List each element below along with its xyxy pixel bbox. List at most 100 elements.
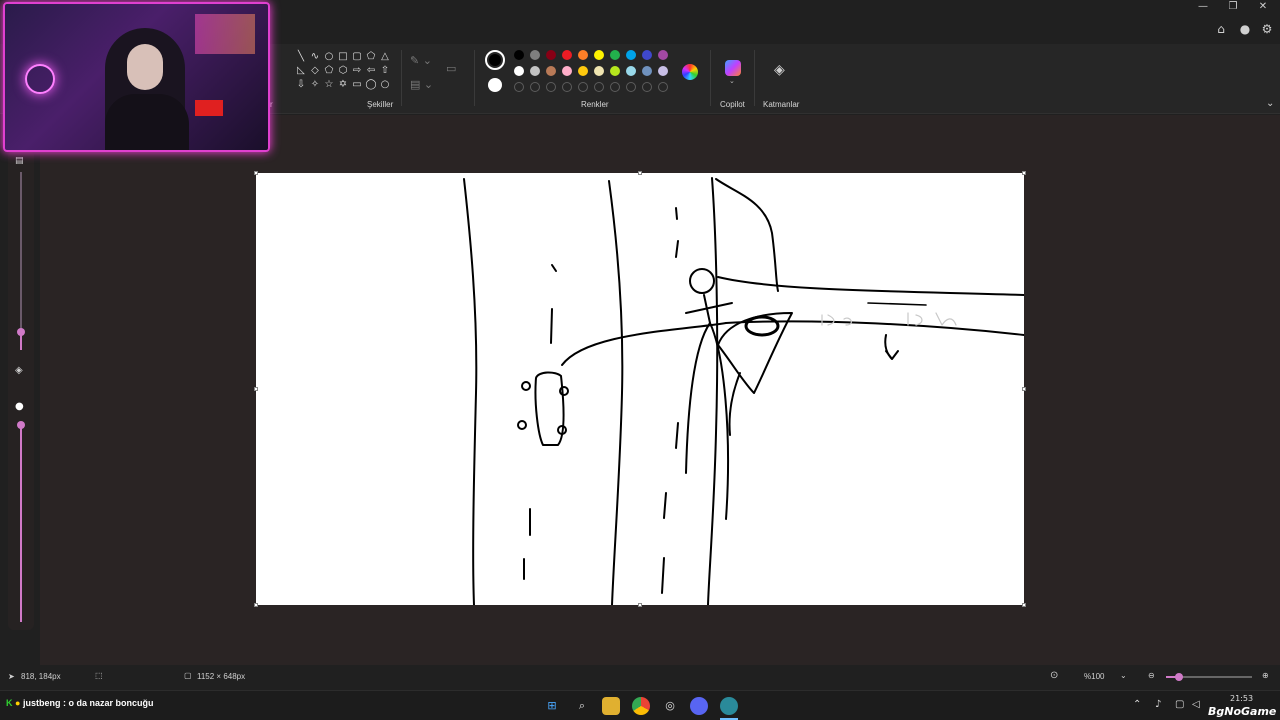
star5-shape-icon[interactable]: ☆ (322, 78, 336, 92)
diamond-shape-icon[interactable]: ◇ (308, 64, 322, 78)
custom-color-slot[interactable] (594, 82, 604, 92)
secondary-color-swatch[interactable] (488, 78, 502, 92)
custom-color-slot[interactable] (658, 82, 668, 92)
color-swatch[interactable] (658, 50, 668, 60)
minimize-icon[interactable]: — (1188, 0, 1218, 14)
tray-chevron-icon[interactable]: ⌃ (1133, 699, 1141, 710)
zoom-slider-thumb[interactable] (1175, 673, 1183, 681)
callout-oval-shape-icon[interactable]: ◯ (364, 78, 378, 92)
outline-icon[interactable]: ✎ ⌄ (410, 54, 432, 67)
close-icon[interactable]: ✕ (1248, 0, 1278, 14)
callout-rect-shape-icon[interactable]: ▭ (350, 78, 364, 92)
size-slider-thumb[interactable] (17, 328, 25, 336)
hexagon-shape-icon[interactable]: ⬡ (336, 64, 350, 78)
start-icon[interactable]: ⊞ (543, 697, 561, 715)
zoom-level[interactable]: %100 (1084, 672, 1104, 681)
custom-color-slot[interactable] (546, 82, 556, 92)
paint-icon[interactable] (720, 697, 738, 715)
color-swatch[interactable] (642, 50, 652, 60)
resize-handle[interactable] (254, 387, 258, 391)
custom-color-slot[interactable] (626, 82, 636, 92)
resize-handle[interactable] (638, 171, 642, 175)
ribbon-collapse-icon[interactable]: ⌄ (1266, 98, 1274, 109)
resize-handle[interactable] (254, 171, 258, 175)
maximize-icon[interactable]: ❐ (1218, 0, 1248, 14)
copilot-label[interactable]: Copilot (720, 100, 745, 109)
arrow-up-shape-icon[interactable]: ⇧ (378, 64, 392, 78)
custom-color-slot[interactable] (578, 82, 588, 92)
custom-color-slot[interactable] (610, 82, 620, 92)
layers-icon[interactable]: ◈ (774, 62, 785, 78)
zoom-out-icon[interactable]: ⊖ (1148, 671, 1155, 680)
star6-shape-icon[interactable]: ✡ (336, 78, 350, 92)
triangle-shape-icon[interactable]: △ (378, 50, 392, 64)
color-swatch[interactable] (546, 66, 556, 76)
arrow-right-shape-icon[interactable]: ⇨ (350, 64, 364, 78)
color-swatch[interactable] (514, 66, 524, 76)
settings-icon[interactable]: ⚙ (1258, 20, 1276, 38)
color-swatch[interactable] (642, 66, 652, 76)
color-swatch[interactable] (578, 66, 588, 76)
color-swatch[interactable] (562, 50, 572, 60)
zoom-dropdown-icon[interactable]: ⌄ (1120, 671, 1127, 680)
fill-icon[interactable]: ▤ ⌄ (410, 78, 433, 91)
share-icon[interactable]: ⌂ (1212, 20, 1230, 38)
fit-to-window-icon[interactable]: ⊙ (1050, 670, 1058, 681)
shape-style-icon[interactable]: ▭ (446, 62, 456, 75)
layers-label[interactable]: Katmanlar (763, 100, 799, 109)
zoom-in-icon[interactable]: ⊕ (1262, 671, 1269, 680)
custom-color-slot[interactable] (514, 82, 524, 92)
color-swatch[interactable] (658, 66, 668, 76)
resize-handle[interactable] (254, 603, 258, 607)
discord-icon[interactable] (690, 697, 708, 715)
color-swatch[interactable] (530, 66, 540, 76)
shapes-gallery[interactable]: ╲ ∿ ○ □ ▢ ⬠ △ ◺ ◇ ⬠ ⬡ ⇨ ⇦ ⇧ ⇩ ✧ ☆ ✡ ▭ ◯ … (294, 50, 398, 94)
color-swatch[interactable] (546, 50, 556, 60)
rounded-rect-shape-icon[interactable]: ▢ (350, 50, 364, 64)
drawing-canvas[interactable] (254, 171, 1026, 607)
custom-color-slot[interactable] (642, 82, 652, 92)
color-swatch[interactable] (514, 50, 524, 60)
pentagon-shape-icon[interactable]: ⬠ (322, 64, 336, 78)
clock-time[interactable]: 21:53 (1230, 694, 1253, 703)
resize-handle[interactable] (1022, 603, 1026, 607)
color-swatch[interactable] (626, 66, 636, 76)
resize-handle[interactable] (1022, 171, 1026, 175)
primary-color-swatch[interactable] (485, 50, 505, 70)
resize-handle[interactable] (638, 603, 642, 607)
star4-shape-icon[interactable]: ✧ (308, 78, 322, 92)
app-icon[interactable]: ◎ (661, 697, 679, 715)
rectangle-shape-icon[interactable]: □ (336, 50, 350, 64)
color-swatch[interactable] (594, 50, 604, 60)
color-swatch[interactable] (610, 66, 620, 76)
opacity-slider-thumb[interactable] (17, 421, 25, 429)
callout-cloud-shape-icon[interactable]: ○ (378, 78, 392, 92)
right-triangle-shape-icon[interactable]: ◺ (294, 64, 308, 78)
opacity-slider-fill[interactable] (20, 422, 22, 622)
color-swatch[interactable] (530, 50, 540, 60)
custom-color-slot[interactable] (530, 82, 540, 92)
color-swatch[interactable] (578, 50, 588, 60)
size-slider-track[interactable] (20, 172, 22, 330)
network-icon[interactable]: ▢ (1175, 699, 1184, 710)
color-swatch[interactable] (594, 66, 604, 76)
microphone-icon[interactable]: ♪ (1155, 699, 1161, 710)
copilot-dropdown-icon[interactable]: ⌄ (729, 77, 735, 85)
file-explorer-icon[interactable] (602, 697, 620, 715)
line-shape-icon[interactable]: ╲ (294, 50, 308, 64)
oval-shape-icon[interactable]: ○ (322, 50, 336, 64)
volume-icon[interactable]: ◁ (1192, 699, 1200, 710)
polygon-shape-icon[interactable]: ⬠ (364, 50, 378, 64)
account-icon[interactable]: ● (1236, 20, 1254, 38)
arrow-left-shape-icon[interactable]: ⇦ (364, 64, 378, 78)
chrome-icon[interactable] (632, 697, 650, 715)
arrow-down-shape-icon[interactable]: ⇩ (294, 78, 308, 92)
edit-colors-icon[interactable] (682, 64, 698, 80)
copilot-icon[interactable] (725, 60, 741, 76)
color-swatch[interactable] (626, 50, 636, 60)
curve-shape-icon[interactable]: ∿ (308, 50, 322, 64)
search-icon[interactable]: ⌕ (573, 697, 591, 715)
custom-color-slot[interactable] (562, 82, 572, 92)
resize-handle[interactable] (1022, 387, 1026, 391)
color-swatch[interactable] (562, 66, 572, 76)
